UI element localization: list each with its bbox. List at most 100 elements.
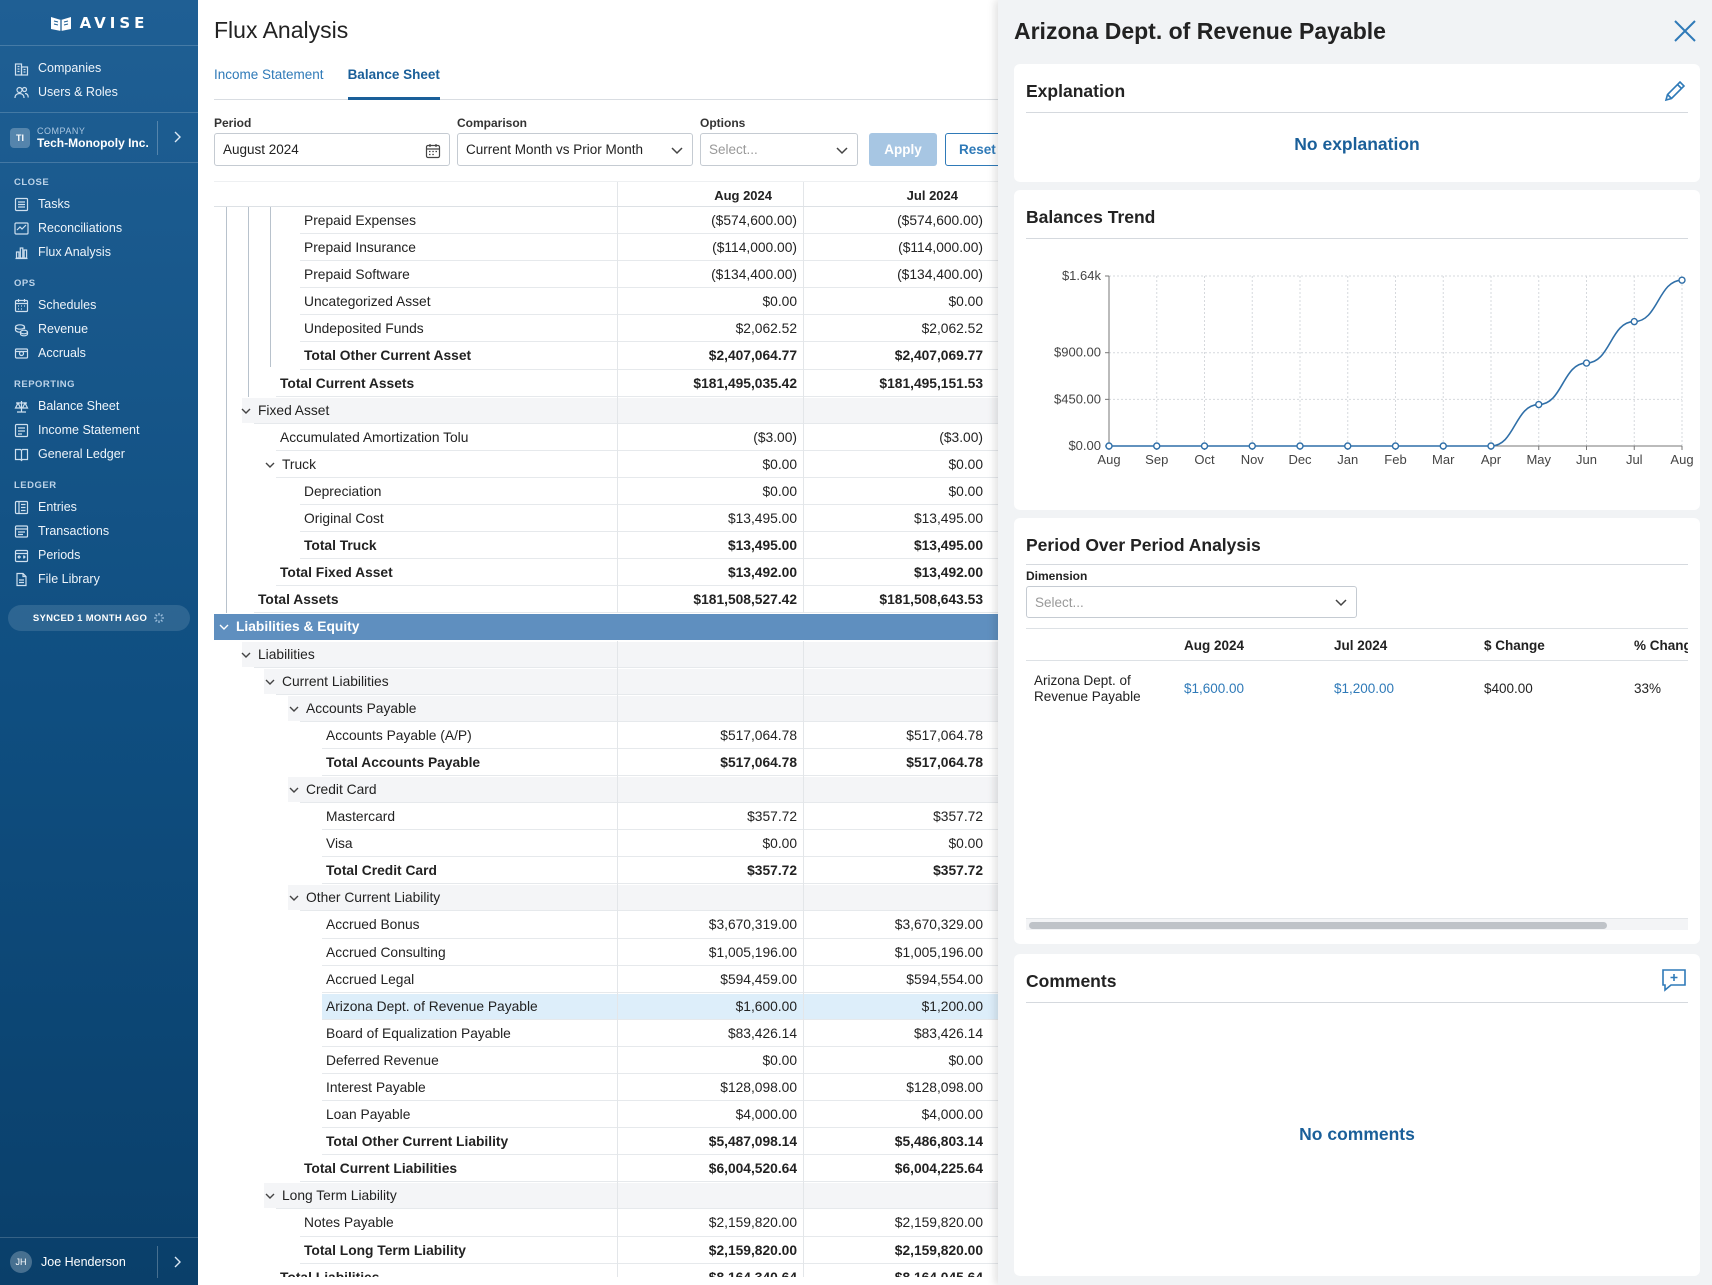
table-row-accrued-bonus[interactable]: Accrued Bonus $3,670,319.00 $3,670,329.00 bbox=[214, 911, 998, 939]
table-row-board-of-equalization-payable[interactable]: Board of Equalization Payable $83,426.14 $… bbox=[214, 1019, 998, 1047]
table-row-depreciation[interactable]: Depreciation $0.00 $0.00 bbox=[214, 477, 998, 506]
close-icon[interactable] bbox=[1672, 18, 1698, 44]
row-amount-prior[interactable]: $2,062.52 bbox=[803, 321, 983, 336]
row-amount-prior[interactable]: ($3.00) bbox=[803, 430, 983, 445]
table-row-notes-payable[interactable]: Notes Payable $2,159,820.00 $2,159,820.00 bbox=[214, 1209, 998, 1237]
pop-col-prior[interactable]: Jul 2024 bbox=[1334, 638, 1387, 653]
period-picker[interactable]: August 2024 bbox=[214, 133, 450, 166]
table-row-total-other-current-liability[interactable]: Total Other Current Liability $5,487,098.… bbox=[214, 1128, 998, 1156]
row-amount-prior[interactable]: ($114,000.00) bbox=[803, 240, 983, 255]
row-amount-current[interactable]: $3,670,319.00 bbox=[617, 917, 797, 932]
table-row-loan-payable[interactable]: Loan Payable $4,000.00 $4,000.00 bbox=[214, 1101, 998, 1129]
table-row-total-other-current-asset[interactable]: Total Other Current Asset $2,407,064.77 $2… bbox=[214, 342, 998, 370]
table-row-accounts-payable-a-p[interactable]: Accounts Payable (A/P) $517,064.78 $517,06… bbox=[214, 721, 998, 749]
tab-balance-sheet[interactable]: Balance Sheet bbox=[347, 64, 440, 100]
row-amount-current[interactable]: $2,062.52 bbox=[617, 321, 797, 336]
table-row-truck[interactable]: Truck $0.00 $0.00 bbox=[214, 450, 998, 478]
row-amount-prior[interactable]: $1,005,196.00 bbox=[803, 945, 983, 960]
row-amount-current[interactable]: $128,098.00 bbox=[617, 1080, 797, 1095]
table-row-liabilities[interactable]: Liabilities bbox=[214, 640, 998, 668]
row-amount-prior[interactable]: $8,164,045.64 bbox=[803, 1270, 983, 1277]
row-amount-current[interactable]: $13,495.00 bbox=[617, 538, 797, 553]
nav-tasks[interactable]: Tasks bbox=[0, 192, 198, 216]
table-row-prepaid-insurance[interactable]: Prepaid Insurance ($114,000.00) ($114,000.… bbox=[214, 234, 998, 262]
row-amount-current[interactable]: $13,495.00 bbox=[617, 511, 797, 526]
add-comment-icon[interactable] bbox=[1660, 966, 1688, 994]
row-amount-prior[interactable]: $3,670,329.00 bbox=[803, 917, 983, 932]
table-row-total-current-assets[interactable]: Total Current Assets $181,495,035.42 $181,… bbox=[214, 369, 998, 397]
row-amount-prior[interactable]: $6,004,225.64 bbox=[803, 1161, 983, 1176]
apply-button[interactable]: Apply bbox=[869, 133, 937, 166]
nav-periods[interactable]: Periods bbox=[0, 543, 198, 567]
row-amount-prior[interactable]: $0.00 bbox=[803, 1053, 983, 1068]
chevron-down-icon[interactable] bbox=[218, 622, 230, 632]
table-row-other-current-liability[interactable]: Other Current Liability bbox=[214, 884, 998, 912]
nav-revenue[interactable]: Revenue bbox=[0, 317, 198, 341]
comparison-select[interactable]: Current Month vs Prior Month bbox=[457, 133, 693, 166]
row-amount-prior[interactable]: $0.00 bbox=[803, 484, 983, 499]
chevron-down-icon[interactable] bbox=[264, 460, 276, 470]
row-amount-prior[interactable]: $4,000.00 bbox=[803, 1107, 983, 1122]
sync-status[interactable]: SYNCED 1 MONTH AGO bbox=[8, 605, 190, 631]
nav-users-roles[interactable]: Users & Roles bbox=[0, 80, 198, 104]
row-amount-prior[interactable]: $0.00 bbox=[803, 836, 983, 851]
table-row-prepaid-software[interactable]: Prepaid Software ($134,400.00) ($134,400.0… bbox=[214, 261, 998, 289]
row-amount-prior[interactable]: ($574,600.00) bbox=[803, 213, 983, 228]
row-amount-current[interactable]: $2,159,820.00 bbox=[617, 1215, 797, 1230]
row-amount-current[interactable]: $5,487,098.14 bbox=[617, 1134, 797, 1149]
company-switcher[interactable]: TI COMPANY Tech-Monopoly Inc. bbox=[0, 113, 198, 163]
table-row-total-current-liabilities[interactable]: Total Current Liabilities $6,004,520.64 $6… bbox=[214, 1155, 998, 1183]
nav-schedules[interactable]: Schedules bbox=[0, 293, 198, 317]
table-row-accounts-payable[interactable]: Accounts Payable bbox=[214, 694, 998, 722]
row-amount-current[interactable]: $0.00 bbox=[617, 836, 797, 851]
reset-button[interactable]: Reset bbox=[945, 133, 998, 166]
row-amount-current[interactable]: $0.00 bbox=[617, 1053, 797, 1068]
row-amount-prior[interactable]: $357.72 bbox=[803, 863, 983, 878]
nav-companies[interactable]: Companies bbox=[0, 56, 198, 80]
table-row-long-term-liability[interactable]: Long Term Liability bbox=[214, 1182, 998, 1210]
horizontal-scrollbar[interactable] bbox=[1026, 918, 1688, 930]
nav-transactions[interactable]: Transactions bbox=[0, 519, 198, 543]
chevron-down-icon[interactable] bbox=[288, 785, 300, 795]
nav-file-library[interactable]: File Library bbox=[0, 567, 198, 591]
row-amount-current[interactable]: $8,164,340.64 bbox=[617, 1270, 797, 1277]
row-amount-current[interactable]: $181,508,527.42 bbox=[617, 592, 797, 607]
row-amount-current[interactable]: $0.00 bbox=[617, 484, 797, 499]
row-amount-prior[interactable]: $1,200.00 bbox=[803, 999, 983, 1014]
row-amount-current[interactable]: $357.72 bbox=[617, 863, 797, 878]
row-amount-current[interactable]: $0.00 bbox=[617, 294, 797, 309]
dimension-select[interactable]: Select... bbox=[1026, 586, 1357, 618]
nav-entries[interactable]: Entries bbox=[0, 495, 198, 519]
row-amount-current[interactable]: $6,004,520.64 bbox=[617, 1161, 797, 1176]
row-amount-prior[interactable]: $13,492.00 bbox=[803, 565, 983, 580]
logo[interactable]: AVISE bbox=[0, 0, 198, 46]
row-amount-current[interactable]: $181,495,035.42 bbox=[617, 376, 797, 391]
row-amount-prior[interactable]: $517,064.78 bbox=[803, 728, 983, 743]
chevron-down-icon[interactable] bbox=[240, 650, 252, 660]
row-amount-prior[interactable]: $2,159,820.00 bbox=[803, 1243, 983, 1258]
nav-balance-sheet[interactable]: Balance Sheet bbox=[0, 394, 198, 418]
chevron-down-icon[interactable] bbox=[264, 1191, 276, 1201]
row-amount-prior[interactable]: $2,407,069.77 bbox=[803, 348, 983, 363]
chevron-down-icon[interactable] bbox=[288, 704, 300, 714]
row-amount-prior[interactable]: $83,426.14 bbox=[803, 1026, 983, 1041]
row-amount-current[interactable]: $517,064.78 bbox=[617, 755, 797, 770]
table-row-accrued-legal[interactable]: Accrued Legal $594,459.00 $594,554.00 bbox=[214, 965, 998, 993]
user-menu[interactable]: JH Joe Henderson bbox=[0, 1237, 198, 1285]
table-row-deferred-revenue[interactable]: Deferred Revenue $0.00 $0.00 bbox=[214, 1046, 998, 1074]
row-amount-current[interactable]: $2,407,064.77 bbox=[617, 348, 797, 363]
table-row-interest-payable[interactable]: Interest Payable $128,098.00 $128,098.00 bbox=[214, 1074, 998, 1102]
table-row-current-liabilities[interactable]: Current Liabilities bbox=[214, 667, 998, 695]
table-row-fixed-asset[interactable]: Fixed Asset bbox=[214, 396, 998, 424]
nav-reconciliations[interactable]: Reconciliations bbox=[0, 216, 198, 240]
table-row-mastercard[interactable]: Mastercard $357.72 $357.72 bbox=[214, 803, 998, 831]
table-row-total-assets[interactable]: Total Assets $181,508,527.42 $181,508,643.… bbox=[214, 586, 998, 614]
chevron-down-icon[interactable] bbox=[264, 677, 276, 687]
table-row-arizona-dept-of-revenue-payable[interactable]: Arizona Dept. of Revenue Payable $1,600.0… bbox=[214, 992, 998, 1020]
pop-col-current[interactable]: Aug 2024 bbox=[1184, 638, 1244, 653]
nav-general-ledger[interactable]: General Ledger bbox=[0, 442, 198, 466]
table-row-uncategorized-asset[interactable]: Uncategorized Asset $0.00 $0.00 bbox=[214, 288, 998, 316]
table-row-visa[interactable]: Visa $0.00 $0.00 bbox=[214, 830, 998, 858]
table-row-liabilities-equity[interactable]: Liabilities & Equity bbox=[214, 613, 998, 640]
pop-row-prior-link[interactable]: $1,200.00 bbox=[1334, 681, 1394, 696]
